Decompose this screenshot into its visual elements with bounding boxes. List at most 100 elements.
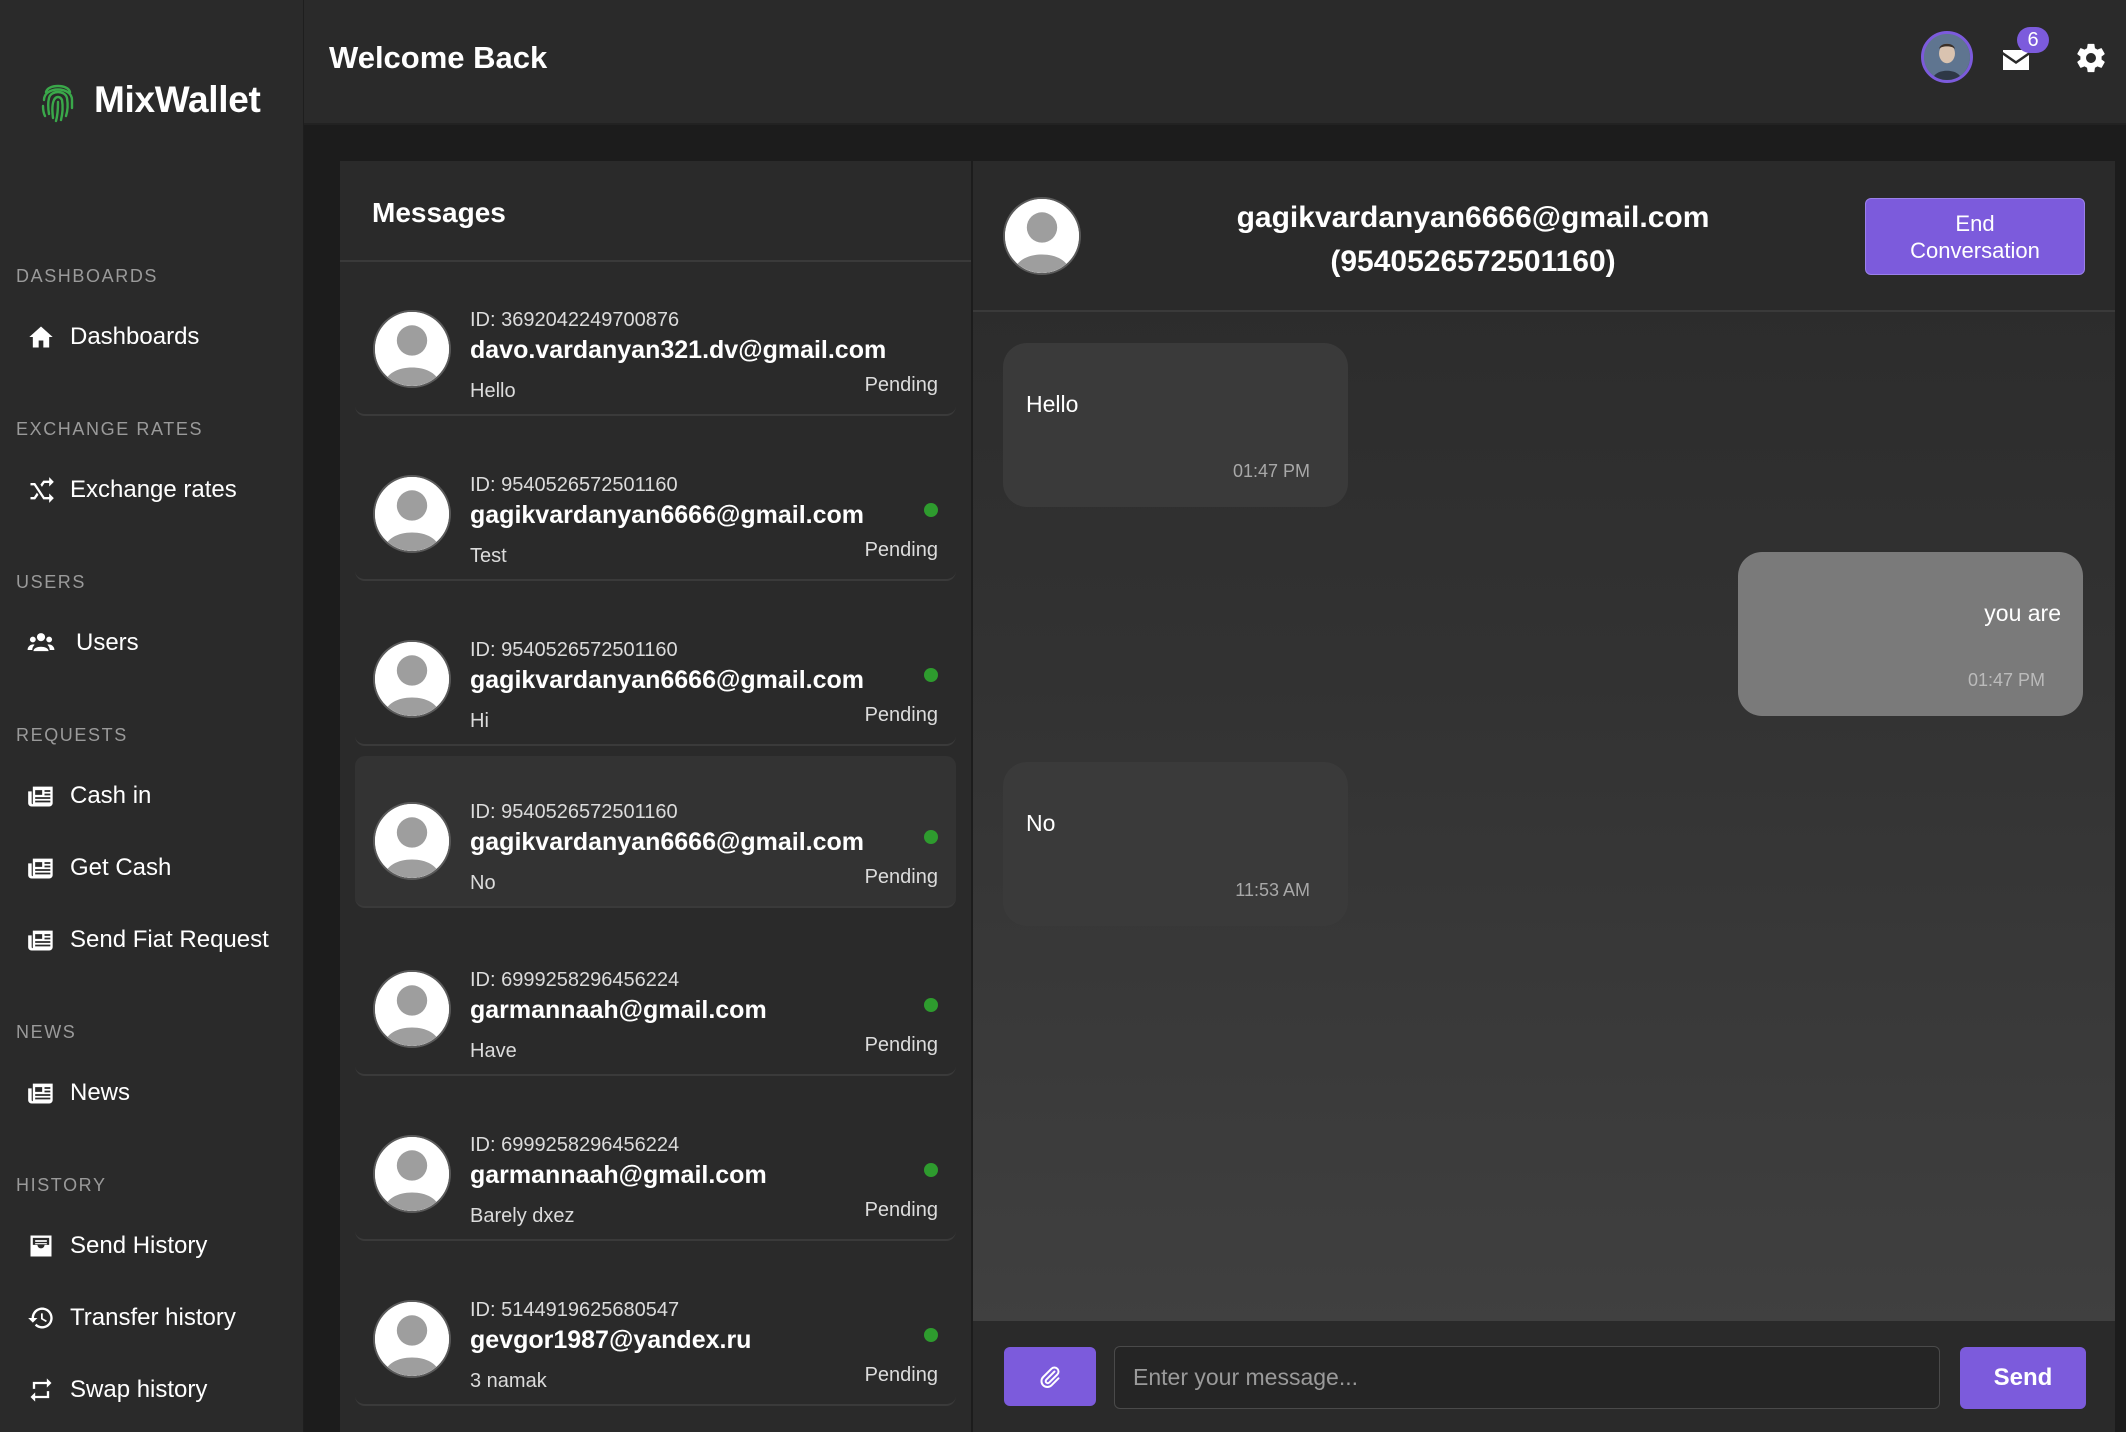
sidebar-item-dashboards[interactable]: Dashboards [0,309,304,365]
sidebar-item-exchange-rates[interactable]: Exchange rates [0,462,304,518]
sidebar-item-label: Cash in [70,782,152,809]
message-input[interactable] [1114,1346,1940,1409]
conversation-last-message: Hi [470,710,489,732]
newspaper-icon [26,925,56,955]
end-conversation-button[interactable]: End Conversation [1865,198,2085,275]
conversation-item[interactable]: ID: 6999258296456224 garmannaah@gmail.com… [355,1089,956,1241]
conversation-id: ID: 3692042249700876 [470,309,680,331]
messages-panel: Messages ID: 3692042249700876 davo.vardan… [340,161,971,1432]
inbox-icon [26,1231,56,1261]
conversation-email: gagikvardanyan6666@gmail.com [470,501,864,529]
conversation-item[interactable]: ID: 9540526572501160 gagikvardanyan6666@g… [355,429,956,581]
conversation-avatar [373,310,451,388]
sidebar-item-users[interactable]: Users [0,615,304,671]
chat-header: gagikvardanyan6666@gmail.com (9540526572… [973,161,2115,312]
nav-section-title: EXCHANGE RATES [16,419,204,439]
conversation-avatar [373,475,451,553]
chat-avatar [1003,197,1081,275]
conversation-item[interactable]: ID: 6999258296456224 garmannaah@gmail.com… [355,924,956,1076]
conversation-last-message: Hello [470,380,516,402]
conversation-email: gevgor1987@yandex.ru [470,1326,752,1354]
conversation-id: ID: 6999258296456224 [470,1134,680,1156]
home-icon [26,322,56,352]
online-indicator [924,1163,938,1177]
avatar[interactable] [1921,31,1973,83]
conversation-item[interactable]: ID: 5144919625680547 gevgor1987@yandex.ru… [355,1254,956,1406]
sidebar-item-label: Send Fiat Request [70,926,269,953]
conversation-id: ID: 9540526572501160 [470,474,678,496]
chat-title-email: gagikvardanyan6666@gmail.com [1236,201,1710,234]
chat-panel: gagikvardanyan6666@gmail.com (9540526572… [973,161,2115,1432]
newspaper-icon [26,781,56,811]
conversation-last-message: Barely dxez [470,1205,575,1227]
conversation-status: Pending [864,1199,938,1221]
brand[interactable]: MixWallet [40,76,261,124]
sidebar-item-label: Get Cash [70,854,172,881]
app: MixWallet DASHBOARDS Dashboards EXCHANGE… [0,0,2126,1432]
messages-header: Messages [340,161,971,262]
conversation-email: gagikvardanyan6666@gmail.com [470,666,864,694]
conversation-last-message: Have [470,1040,517,1062]
nav-section-title: NEWS [16,1022,77,1042]
conversation-id: ID: 9540526572501160 [470,639,678,661]
sidebar-item-news[interactable]: News [0,1065,304,1121]
message-text: Hello [1026,391,1079,417]
mail-badge: 6 [2017,27,2049,53]
attach-button[interactable] [1004,1347,1096,1406]
sidebar-item-cash-in[interactable]: Cash in [0,768,304,824]
sidebar-item-label: Swap history [70,1376,208,1403]
conversation-avatar [373,1135,451,1213]
send-button[interactable]: Send [1960,1347,2086,1409]
conversation-email: garmannaah@gmail.com [470,996,767,1024]
sidebar-item-label: News [70,1079,131,1106]
chat-title: gagikvardanyan6666@gmail.com (9540526572… [1173,196,1773,284]
conversation-item[interactable]: ID: 9540526572501160 gagikvardanyan6666@g… [355,594,956,746]
history-icon [26,1303,56,1333]
conversation-status: Pending [864,1364,938,1386]
conversation-avatar [373,802,451,880]
conversation-id: ID: 5144919625680547 [470,1299,680,1321]
shuffle-icon [26,475,56,505]
conversation-status: Pending [864,374,938,396]
end-conversation-label: End Conversation [1910,211,2040,263]
users-icon [26,628,56,658]
newspaper-icon [26,853,56,883]
nav-section-title: DASHBOARDS [16,266,159,286]
online-indicator [924,998,938,1012]
nav-section-title: REQUESTS [16,725,128,745]
conversation-id: ID: 6999258296456224 [470,969,680,991]
page-title: Welcome Back [329,40,548,75]
message-time: 01:47 PM [1967,670,2045,690]
conversation-email: davo.vardanyan321.dv@gmail.com [470,336,887,364]
conversation-avatar [373,640,451,718]
conversation-avatar [373,970,451,1048]
conversation-email: gagikvardanyan6666@gmail.com [470,828,864,856]
message-bubble-incoming: Hello 01:47 PM [1003,343,1348,507]
sidebar-item-send-history[interactable]: Send History [0,1218,304,1274]
conversation-status: Pending [864,1034,938,1056]
fingerprint-icon [41,84,74,123]
message-time: 01:47 PM [1232,461,1310,481]
messages-title: Messages [372,197,506,228]
online-indicator [924,1328,938,1342]
sidebar-item-label: Users [76,629,139,656]
sidebar-item-send-fiat-request[interactable]: Send Fiat Request [0,912,304,968]
online-indicator [924,503,938,517]
message-bubble-incoming: No 11:53 AM [1003,762,1348,926]
conversation-item[interactable]: ID: 3692042249700876 davo.vardanyan321.dv… [355,264,956,416]
gear-icon[interactable] [2074,41,2108,75]
sidebar-item-transfer-history[interactable]: Transfer history [0,1290,304,1346]
online-indicator [924,830,938,844]
paperclip-icon [1040,1366,1060,1388]
online-indicator [924,668,938,682]
sidebar-item-label: Send History [70,1232,208,1259]
message-text: No [1026,810,1056,836]
sidebar-item-label: Dashboards [70,323,200,350]
conversation-item[interactable]: ID: 9540526572501160 gagikvardanyan6666@g… [355,756,956,908]
sidebar-item-swap-history[interactable]: Swap history [0,1362,304,1418]
conversation-email: garmannaah@gmail.com [470,1161,767,1189]
sidebar-item-label: Exchange rates [70,476,237,503]
nav-section-title: HISTORY [16,1175,107,1195]
sidebar-item-get-cash[interactable]: Get Cash [0,840,304,896]
message-time: 11:53 AM [1235,880,1310,900]
